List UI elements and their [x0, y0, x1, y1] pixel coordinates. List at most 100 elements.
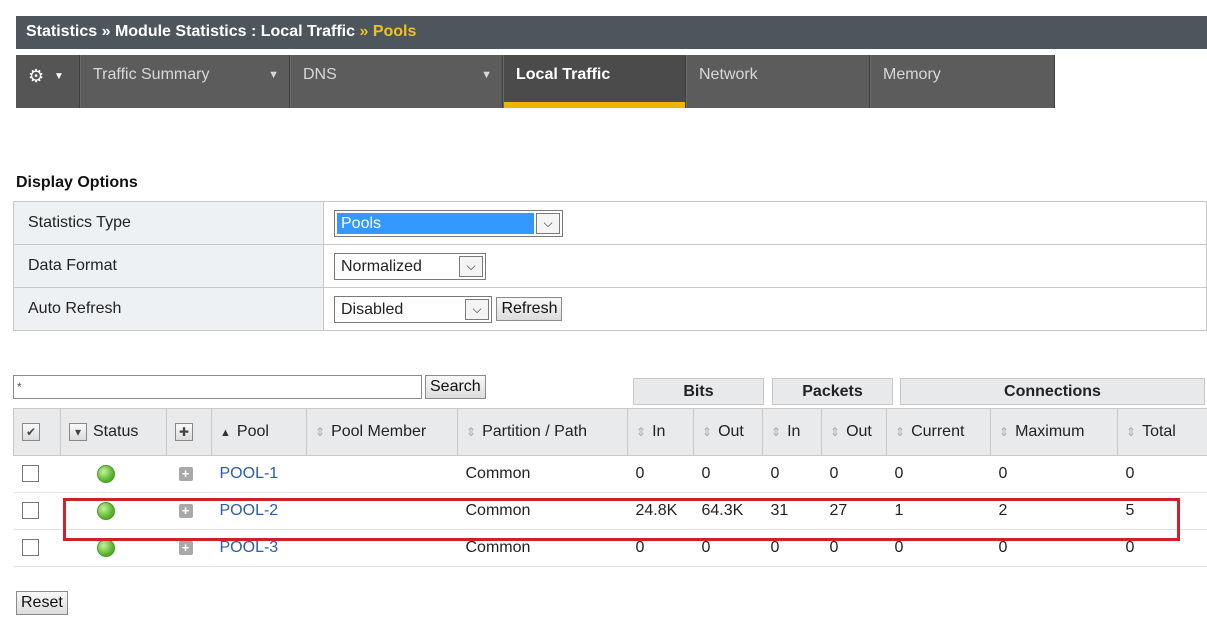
- connections-current-cell: 0: [886, 455, 991, 493]
- column-label: In: [787, 423, 801, 440]
- connections-maximum-header[interactable]: ⇕ Maximum: [990, 408, 1118, 456]
- breadcrumb-current: Pools: [372, 23, 417, 40]
- column-label: Status: [93, 423, 139, 441]
- bits-out-header[interactable]: ⇕ Out: [693, 408, 763, 456]
- bits-in-cell: 0: [627, 455, 694, 493]
- sort-icon: ⇕: [1126, 425, 1137, 439]
- sort-icon: ⇕: [636, 425, 647, 439]
- connections-maximum-cell: 0: [990, 529, 1118, 567]
- column-label: Current: [911, 423, 965, 440]
- tab-label: Traffic Summary: [93, 66, 210, 83]
- tab-label: Network: [699, 66, 758, 83]
- refresh-button[interactable]: Refresh: [496, 297, 563, 321]
- packets-in-header[interactable]: ⇕ In: [762, 408, 822, 456]
- tab-local-traffic[interactable]: Local Traffic: [504, 55, 686, 108]
- statistics-type-select[interactable]: Pools ⌵: [334, 209, 563, 237]
- packets-out-cell: 0: [821, 529, 887, 567]
- connections-maximum-cell: 0: [990, 455, 1118, 493]
- partition-header[interactable]: ⇕ Partition / Path: [457, 408, 628, 456]
- pool-member-header[interactable]: ⇕ Pool Member: [306, 408, 458, 456]
- connections-total-cell: 5: [1117, 492, 1207, 530]
- pool-member-cell: [306, 529, 458, 567]
- row-checkbox[interactable]: [21, 465, 39, 483]
- pool-header[interactable]: ▲ Pool: [211, 408, 307, 456]
- tab-memory[interactable]: Memory: [871, 55, 1055, 108]
- bits-group-header: Bits: [633, 378, 764, 405]
- breadcrumb: Statistics » Module Statistics : Local T…: [26, 23, 416, 41]
- tab-traffic-summary[interactable]: Traffic Summary ▼: [81, 55, 290, 108]
- packets-in-cell: 31: [762, 492, 822, 530]
- bits-out-cell: 0: [693, 529, 763, 567]
- expand-icon[interactable]: +: [178, 466, 193, 481]
- expand-icon[interactable]: +: [178, 540, 193, 555]
- pool-link[interactable]: POOL-1: [220, 465, 279, 482]
- row-checkbox[interactable]: [21, 502, 39, 520]
- connections-current-cell: 0: [886, 529, 991, 567]
- connections-total-header[interactable]: ⇕ Total: [1117, 408, 1207, 456]
- auto-refresh-label: Auto Refresh: [13, 287, 324, 331]
- reset-button[interactable]: Reset: [16, 591, 68, 615]
- column-label: Maximum: [1015, 423, 1085, 440]
- auto-refresh-select[interactable]: Disabled ⌵: [334, 295, 492, 323]
- select-value: Normalized: [341, 257, 422, 275]
- bits-out-cell: 64.3K: [693, 492, 763, 530]
- column-label: Pool: [236, 423, 269, 440]
- partition-cell: Common: [457, 529, 628, 567]
- expand-icon[interactable]: +: [178, 503, 193, 518]
- partition-cell: Common: [457, 455, 628, 493]
- settings-menu[interactable]: ⚙ ▼: [16, 55, 80, 108]
- packets-out-cell: 27: [821, 492, 887, 530]
- row-checkbox[interactable]: [21, 539, 39, 557]
- search-button[interactable]: Search: [425, 375, 486, 399]
- auto-refresh-row: Auto Refresh Disabled ⌵ Refresh: [13, 287, 1207, 331]
- bits-out-cell: 0: [693, 455, 763, 493]
- connections-total-cell: 0: [1117, 455, 1207, 493]
- data-format-row: Data Format Normalized ⌵: [13, 244, 1207, 288]
- column-label: Partition / Path: [482, 423, 588, 440]
- status-available-icon: [96, 464, 115, 483]
- breadcrumb-module-statistics[interactable]: Module Statistics : Local Traffic: [115, 23, 355, 40]
- tab-network[interactable]: Network: [687, 55, 870, 108]
- sort-icon: ⇕: [771, 425, 782, 439]
- pool-link[interactable]: POOL-3: [220, 539, 279, 556]
- bits-in-header[interactable]: ⇕ In: [627, 408, 694, 456]
- packets-out-header[interactable]: ⇕ Out: [821, 408, 887, 456]
- select-all-header: ✔: [13, 408, 61, 456]
- pool-member-cell: [306, 492, 458, 530]
- expand-all-button[interactable]: ✚: [175, 422, 193, 441]
- search-input[interactable]: [13, 375, 422, 399]
- chevron-down-icon: ▼: [481, 69, 492, 81]
- pool-link[interactable]: POOL-2: [220, 502, 279, 519]
- pool-member-cell: [306, 455, 458, 493]
- sort-icon: ⇕: [895, 425, 906, 439]
- breadcrumb-separator: »: [359, 23, 369, 40]
- display-options-title: Display Options: [16, 174, 138, 191]
- chevron-down-icon: ⌵: [459, 255, 483, 277]
- sort-icon: ⇕: [315, 425, 326, 439]
- column-label: Out: [718, 423, 744, 440]
- chevron-down-icon: ⌵: [465, 298, 489, 320]
- tab-label: Memory: [883, 66, 941, 83]
- connections-group-header: Connections: [900, 378, 1205, 405]
- data-format-select[interactable]: Normalized ⌵: [334, 252, 486, 280]
- connections-current-header[interactable]: ⇕ Current: [886, 408, 991, 456]
- statistics-type-label: Statistics Type: [13, 201, 324, 245]
- select-all-checkbox[interactable]: ✔: [22, 422, 40, 441]
- pools-table: ✔ ▾ Status ✚ ▲ Pool ⇕ Pool Member ⇕ Partitio…: [13, 408, 1207, 567]
- breadcrumb-statistics[interactable]: Statistics: [26, 23, 97, 40]
- column-label: Out: [846, 423, 872, 440]
- tab-dns[interactable]: DNS ▼: [291, 55, 503, 108]
- status-header[interactable]: ▾ Status: [60, 408, 167, 456]
- sort-icon: ⇕: [999, 425, 1010, 439]
- expand-all-header: ✚: [166, 408, 212, 456]
- table-header-row: ✔ ▾ Status ✚ ▲ Pool ⇕ Pool Member ⇕ Partitio…: [13, 408, 1207, 456]
- packets-group-header: Packets: [772, 378, 893, 405]
- partition-cell: Common: [457, 492, 628, 530]
- table-row: + POOL-2 Common 24.8K 64.3K 31 27 1 2 5: [13, 492, 1207, 530]
- statistics-type-row: Statistics Type Pools ⌵: [13, 201, 1207, 245]
- tab-bar: ⚙ ▼ Traffic Summary ▼ DNS ▼ Local Traffi…: [16, 55, 1055, 108]
- breadcrumb-separator: »: [101, 23, 111, 40]
- connections-maximum-cell: 2: [990, 492, 1118, 530]
- status-filter-dropdown[interactable]: ▾: [69, 422, 87, 441]
- packets-in-cell: 0: [762, 529, 822, 567]
